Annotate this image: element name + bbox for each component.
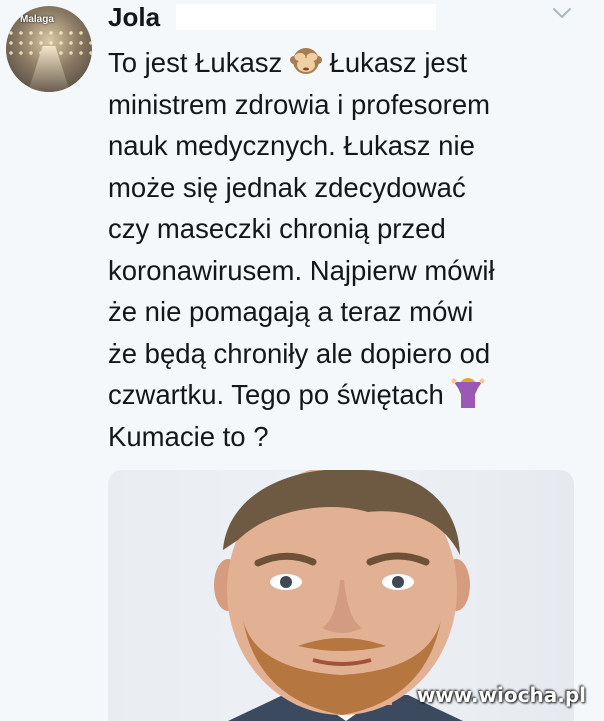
watermark: www.wiocha.pl bbox=[416, 683, 586, 707]
handle-redaction bbox=[176, 4, 436, 30]
tweet-text: To jest Łukasz Łukasz jest ministrem zdr… bbox=[108, 42, 578, 457]
tweet-line: że będą chroniły ale dopiero od bbox=[108, 337, 491, 369]
tweet-line: koronawirusem. Najpierw mówił bbox=[108, 254, 495, 286]
tweet-line: czwartku. Tego po świętach bbox=[108, 374, 578, 416]
tweet-line: To jest Łukasz Łukasz jest bbox=[108, 42, 578, 84]
author-name[interactable]: Jola bbox=[108, 2, 160, 33]
avatar-caption: Malaga bbox=[20, 14, 54, 25]
tweet-line: nauk medycznych. Łukasz nie bbox=[108, 130, 475, 161]
tweet-line-text: Łukasz jest bbox=[329, 47, 468, 78]
tweet-line: czy maseczki chronią przed bbox=[108, 213, 446, 244]
tweet-line: może się jednak zdecydować bbox=[108, 171, 466, 203]
woman-shrugging-icon bbox=[451, 378, 485, 408]
chevron-down-icon[interactable] bbox=[552, 6, 572, 20]
tweet: Malaga Jola To jest Łukasz Łukasz jest m… bbox=[0, 0, 604, 721]
avatar[interactable]: Malaga bbox=[6, 6, 92, 92]
tweet-line: że nie pomagają a teraz mówi bbox=[108, 296, 474, 327]
tweet-line-text: To jest Łukasz bbox=[108, 47, 283, 78]
tweet-line: Kumacie to ? bbox=[108, 420, 269, 452]
tweet-line-text: czwartku. Tego po świętach bbox=[108, 379, 444, 410]
tweet-line: ministrem zdrowia i profesorem bbox=[108, 88, 491, 120]
see-no-evil-monkey-icon bbox=[289, 48, 322, 74]
